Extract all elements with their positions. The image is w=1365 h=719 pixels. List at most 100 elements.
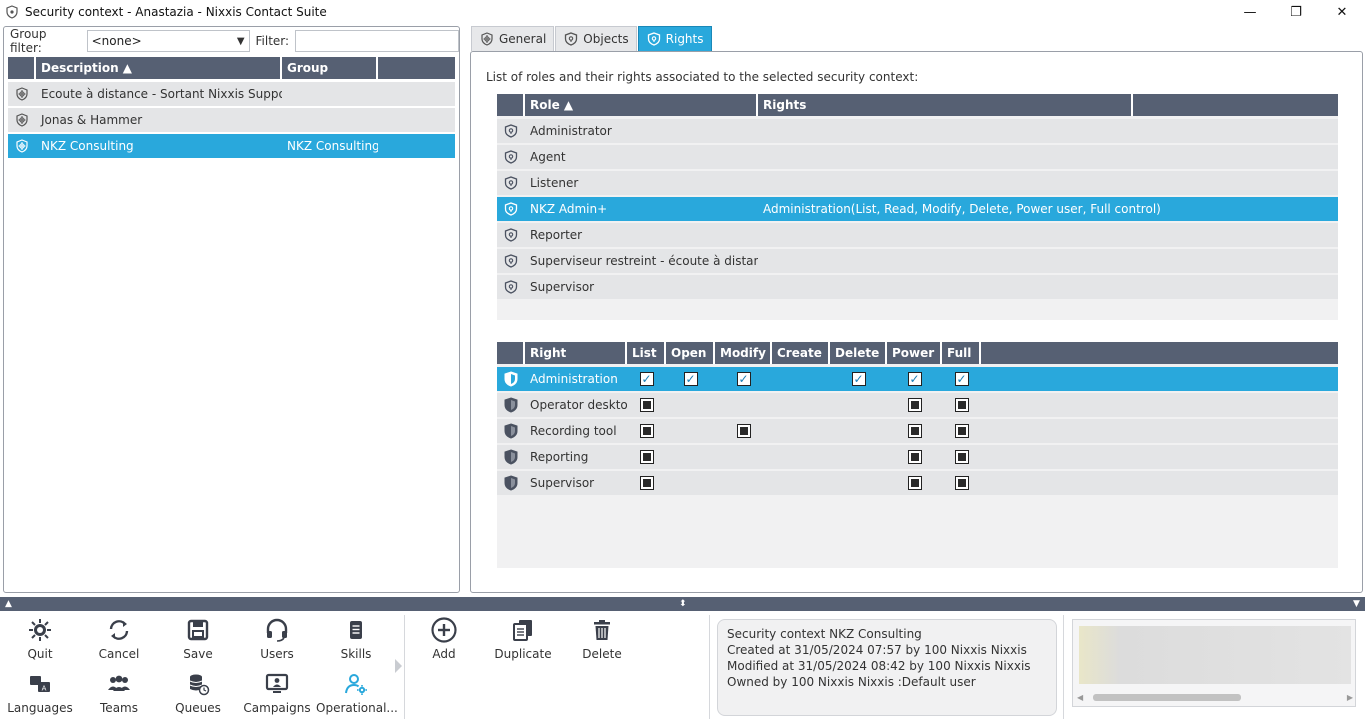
- header-rights[interactable]: Rights: [758, 94, 1133, 116]
- permission-cell: [627, 419, 666, 443]
- role-row[interactable]: Supervisor: [497, 275, 1338, 299]
- permission-checkbox[interactable]: [639, 450, 654, 464]
- roles-grid-header: Role ▲ Rights: [497, 94, 1338, 116]
- header-power[interactable]: Power: [887, 342, 942, 364]
- duplicate-button[interactable]: Duplicate: [483, 617, 563, 661]
- scroll-thumb[interactable]: [1093, 693, 1241, 701]
- languages-button[interactable]: A Languages: [0, 671, 80, 715]
- info-created: Created at 31/05/2024 07:57 by 100 Nixxi…: [727, 643, 1027, 657]
- minimize-button[interactable]: —: [1227, 0, 1273, 24]
- permission-checkbox[interactable]: [736, 424, 751, 438]
- save-label: Save: [183, 647, 213, 661]
- campaigns-button[interactable]: Campaigns: [237, 671, 317, 715]
- permission-checkbox[interactable]: [954, 476, 969, 490]
- add-label: Add: [432, 647, 456, 661]
- role-name: NKZ Admin+: [530, 202, 608, 216]
- users-button[interactable]: Users: [237, 617, 317, 661]
- role-name: Superviseur restreint - écoute à distanc…: [530, 254, 758, 268]
- role-row[interactable]: Reporter: [497, 223, 1338, 247]
- scroll-left-icon[interactable]: ◀: [1077, 693, 1083, 702]
- right-row[interactable]: Operator desktop: [497, 393, 1338, 417]
- languages-icon: A: [30, 676, 50, 693]
- maximize-button[interactable]: ❐: [1273, 0, 1319, 24]
- role-rights: Administration(List, Read, Modify, Delet…: [763, 202, 1161, 216]
- permission-checkbox[interactable]: [954, 398, 969, 412]
- role-row[interactable]: Listener: [497, 171, 1338, 195]
- role-name: Supervisor: [530, 280, 595, 294]
- scroll-right-icon[interactable]: ▶: [1347, 693, 1353, 702]
- tab-objects[interactable]: Objects: [555, 26, 637, 51]
- cancel-button[interactable]: Cancel: [79, 617, 159, 661]
- header-list[interactable]: List: [627, 342, 666, 364]
- window-title: Security context - Anastazia - Nixxis Co…: [25, 5, 327, 19]
- skills-button[interactable]: Skills: [316, 617, 396, 661]
- queues-button[interactable]: Queues: [158, 671, 238, 715]
- header-create[interactable]: Create: [772, 342, 830, 364]
- right-shield-icon: [504, 449, 518, 465]
- permission-checkbox[interactable]: [954, 424, 969, 438]
- delete-button[interactable]: Delete: [562, 617, 642, 661]
- permission-checkbox[interactable]: [639, 398, 654, 412]
- header-modify[interactable]: Modify: [715, 342, 772, 364]
- context-row[interactable]: NKZ Consulting NKZ Consulting: [8, 134, 455, 158]
- toolbar-separator: [1063, 615, 1064, 719]
- header-description[interactable]: Description ▲: [36, 57, 282, 79]
- group-filter-select[interactable]: <none> ▼: [86, 30, 250, 52]
- users-label: Users: [260, 647, 294, 661]
- role-row[interactable]: Agent: [497, 145, 1338, 169]
- quit-icon: [29, 619, 51, 641]
- permission-checkbox[interactable]: [639, 476, 654, 490]
- collapse-up-icon[interactable]: ▲: [5, 597, 12, 611]
- preview-scrollbar[interactable]: ◀ ▶: [1077, 692, 1353, 702]
- role-row[interactable]: NKZ Admin+ Administration(List, Read, Mod…: [497, 197, 1338, 221]
- resize-handle-icon[interactable]: ⬍: [679, 597, 687, 611]
- header-right[interactable]: Right: [525, 342, 627, 364]
- tab-general[interactable]: General: [471, 26, 555, 51]
- permission-checkbox[interactable]: [851, 372, 866, 386]
- save-button[interactable]: Save: [158, 617, 238, 661]
- right-row[interactable]: Administration: [497, 367, 1338, 391]
- more-tools-arrow-icon[interactable]: [395, 659, 402, 673]
- quit-button[interactable]: Quit: [0, 617, 80, 661]
- right-row[interactable]: Recording tool: [497, 419, 1338, 443]
- permission-checkbox[interactable]: [907, 398, 922, 412]
- header-group[interactable]: Group: [282, 57, 378, 79]
- duplicate-label: Duplicate: [494, 647, 552, 661]
- permission-checkbox[interactable]: [683, 372, 698, 386]
- permission-checkbox[interactable]: [639, 372, 654, 386]
- permission-checkbox[interactable]: [954, 372, 969, 386]
- tab-rights[interactable]: Rights: [637, 26, 712, 51]
- header-role[interactable]: Role ▲: [525, 94, 758, 116]
- roles-grid: Role ▲ Rights Administrator Agent Listener…: [497, 94, 1338, 320]
- header-full[interactable]: Full: [942, 342, 981, 364]
- queues-label: Queues: [175, 701, 221, 715]
- panel-splitter[interactable]: ▲ ⬍ ▼: [0, 597, 1365, 611]
- right-name: Supervisor: [530, 476, 595, 490]
- permission-cell: [830, 419, 887, 443]
- filter-input[interactable]: [295, 30, 459, 52]
- role-row[interactable]: Superviseur restreint - écoute à distanc…: [497, 249, 1338, 273]
- add-button[interactable]: Add: [404, 617, 484, 661]
- close-button[interactable]: ✕: [1319, 0, 1365, 24]
- right-row[interactable]: Reporting: [497, 445, 1338, 469]
- quit-label: Quit: [27, 647, 53, 661]
- permission-checkbox[interactable]: [907, 450, 922, 464]
- right-row[interactable]: Supervisor: [497, 471, 1338, 495]
- chevron-down-icon[interactable]: ▼: [237, 36, 245, 47]
- permission-checkbox[interactable]: [639, 424, 654, 438]
- header-delete[interactable]: Delete: [830, 342, 887, 364]
- context-row[interactable]: Jonas & Hammer: [8, 108, 455, 132]
- permission-checkbox[interactable]: [736, 372, 751, 386]
- role-row[interactable]: Administrator: [497, 119, 1338, 143]
- permission-checkbox[interactable]: [907, 424, 922, 438]
- rights-description: List of roles and their rights associate…: [486, 70, 919, 84]
- permission-checkbox[interactable]: [907, 476, 922, 490]
- permission-cell: [830, 393, 887, 417]
- permission-checkbox[interactable]: [907, 372, 922, 386]
- collapse-down-icon[interactable]: ▼: [1353, 597, 1360, 611]
- operational-button[interactable]: Operational...: [316, 671, 398, 715]
- header-open[interactable]: Open: [666, 342, 715, 364]
- permission-checkbox[interactable]: [954, 450, 969, 464]
- teams-button[interactable]: Teams: [79, 671, 159, 715]
- context-row[interactable]: Ecoute à distance - Sortant Nixxis Suppo…: [8, 82, 455, 106]
